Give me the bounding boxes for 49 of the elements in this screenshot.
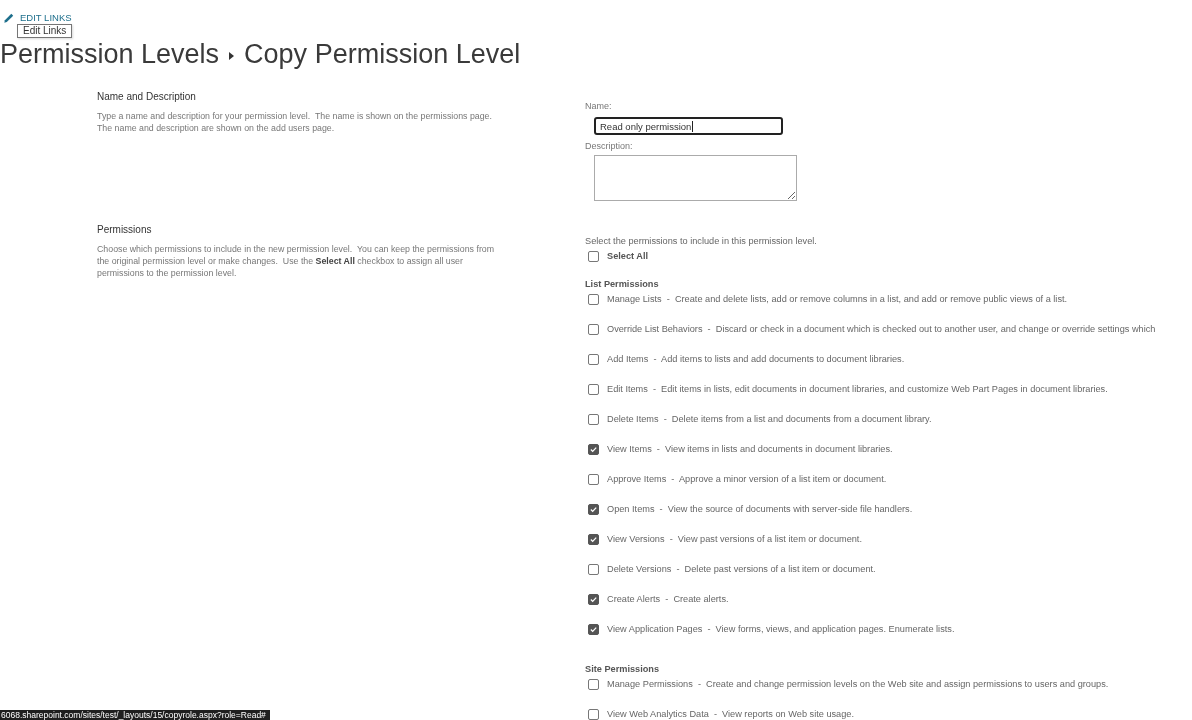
checkbox[interactable] <box>588 623 599 635</box>
tooltip: Edit Links <box>17 24 73 38</box>
breadcrumb-arrow-icon <box>229 52 235 60</box>
group-heading: Site Permissions <box>585 663 660 675</box>
checkbox[interactable] <box>588 293 599 305</box>
breadcrumb-link[interactable]: Permission Levels <box>0 39 220 69</box>
permission-label: View Items - View items in lists and documents in document libraries. <box>607 443 893 455</box>
pencil-icon <box>4 13 14 23</box>
checkbox[interactable] <box>588 563 599 575</box>
checkbox[interactable] <box>588 533 599 545</box>
edit-links-link[interactable]: EDIT LINKS <box>4 12 72 24</box>
permission-label: Override List Behaviors - Discard or check in a document which is checked out to another user, and change or override settings which <box>607 323 1156 335</box>
permission-label: Approve Items - Approve a minor version of a list item or document. <box>607 473 887 485</box>
checkbox[interactable] <box>588 413 599 425</box>
checkbox[interactable] <box>588 593 599 605</box>
name-input[interactable]: Read only permission <box>594 117 783 135</box>
permission-label: Delete Versions - Delete past versions of a list item or document. <box>607 563 876 575</box>
instruction-text: Select the permissions to include in this permission level. <box>585 235 817 247</box>
checkbox[interactable] <box>588 443 599 455</box>
checkbox[interactable] <box>588 250 599 262</box>
group-heading: List Permissions <box>585 278 659 290</box>
checkbox[interactable] <box>588 353 599 365</box>
link-url-status: 6068.sharepoint.com/sites/test/_layouts/15/copyrole.aspx?role=Read# <box>0 710 270 720</box>
checkbox[interactable] <box>588 708 599 720</box>
checkbox[interactable] <box>588 503 599 515</box>
permission-label: Edit Items - Edit items in lists, edit documents in document libraries, and customize Web Part Pages in document libraries. <box>607 383 1108 395</box>
permission-label: View Application Pages - View forms, views, and application pages. Enumerate lists. <box>607 623 955 635</box>
section-description: Choose which permissions to include in the new permission level. You can keep the permissions from the original permission level or make changes. Use the Select All checkbox to assign all user permissions to the permission level. <box>97 243 496 279</box>
permission-label: Delete Items - Delete items from a list and documents from a document library. <box>607 413 932 425</box>
text-cursor-icon <box>692 120 694 132</box>
permission-label: View Web Analytics Data - View reports on Web site usage. <box>607 708 854 720</box>
permission-label: Add Items - Add items to lists and add documents to document libraries. <box>607 353 905 365</box>
page-title: Copy Permission Level <box>244 39 521 69</box>
checkbox-label: Select All <box>607 250 649 262</box>
checkbox[interactable] <box>588 678 599 690</box>
section-heading: Permissions <box>97 224 152 236</box>
permission-label: Manage Lists - Create and delete lists, add or remove columns in a list, and add or remove public views of a list. <box>607 293 1068 305</box>
section-description: Type a name and description for your permission level. The name is shown on the permissions page. The name and description are shown on the add users page. <box>97 110 493 134</box>
permission-label: View Versions - View past versions of a list item or document. <box>607 533 862 545</box>
description-input[interactable] <box>594 155 797 201</box>
checkbox[interactable] <box>588 473 599 485</box>
field-label: Description: <box>585 141 633 152</box>
permission-label: Open Items - View the source of documents with server-side file handlers. <box>607 503 913 515</box>
checkbox[interactable] <box>588 383 599 395</box>
permission-label: Manage Permissions - Create and change permission levels on the Web site and assign permissions to users and groups. <box>607 678 1109 690</box>
permission-label: Create Alerts - Create alerts. <box>607 593 729 605</box>
field-label: Name: <box>585 101 612 112</box>
checkbox[interactable] <box>588 323 599 335</box>
section-heading: Name and Description <box>97 91 196 103</box>
